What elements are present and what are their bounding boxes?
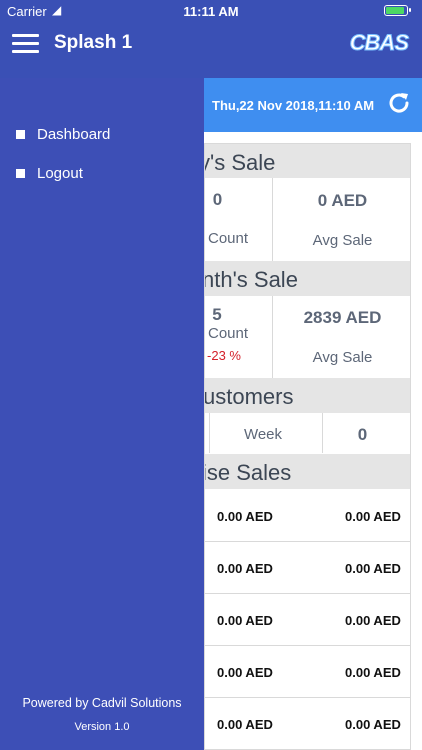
- drawer-item-label: Logout: [37, 164, 83, 182]
- bullet-icon: [16, 129, 25, 139]
- dashboard-panel: y's Sale 0 Count 0 AED Avg Sale nth's Sa…: [204, 143, 411, 750]
- todays-sale-header: y's Sale: [204, 144, 410, 178]
- customers-week-value: 0: [357, 425, 368, 444]
- nav-drawer: Dashboard Logout Powered by Cadvil Solut…: [0, 78, 204, 750]
- todays-count-label: Count: [207, 230, 249, 247]
- page-title: Splash 1: [54, 32, 133, 53]
- menu-icon[interactable]: [12, 34, 39, 54]
- todays-avg-value: 0 AED: [317, 191, 368, 210]
- customers-header: ustomers: [204, 378, 410, 413]
- todays-count-value: 0: [212, 190, 223, 209]
- status-bar: Carrier ◢ 11:11 AM: [0, 0, 422, 22]
- refresh-icon[interactable]: [385, 89, 413, 117]
- wise-sales-row-1-col1: 0.00 AED: [217, 509, 273, 524]
- powered-by-text: Powered by Cadvil Solutions: [22, 696, 182, 710]
- app-header: Carrier ◢ 11:11 AM Splash 1 CBAS: [0, 0, 422, 78]
- wise-sales-row-1-col2: 0.00 AED: [345, 509, 401, 524]
- wise-sales-row-4-col1: 0.00 AED: [217, 665, 273, 680]
- months-avg-value: 2839 AED: [303, 308, 382, 327]
- wise-sales-header: ise Sales: [204, 454, 410, 489]
- battery-icon: [384, 5, 411, 16]
- wise-sales-row-5-col2: 0.00 AED: [345, 717, 401, 732]
- months-change-value: -23 %: [207, 348, 241, 363]
- wise-sales-row-3-col1: 0.00 AED: [217, 613, 273, 628]
- months-avg-label: Avg Sale: [312, 349, 373, 366]
- months-count-label: Count: [207, 325, 249, 342]
- date-bar: Thu,22 Nov 2018,11:10 AM: [204, 78, 422, 132]
- brand-logo: CBAS: [349, 30, 409, 56]
- wise-sales-title: ise Sales: [204, 460, 292, 485]
- drawer-item-logout[interactable]: Logout: [16, 161, 83, 185]
- customers-week-label: Week: [243, 426, 283, 443]
- wise-sales-row-5-col1: 0.00 AED: [217, 717, 273, 732]
- todays-sale-title: y's Sale: [204, 150, 276, 175]
- current-date: Thu,22 Nov 2018,11:10 AM: [212, 98, 375, 113]
- months-sale-title: nth's Sale: [204, 267, 298, 292]
- drawer-item-label: Dashboard: [37, 125, 111, 143]
- wise-sales-row-2-col1: 0.00 AED: [217, 561, 273, 576]
- wise-sales-row-3-col2: 0.00 AED: [345, 613, 401, 628]
- bullet-icon: [16, 168, 25, 178]
- status-time: 11:11 AM: [183, 4, 239, 19]
- version-text: Version 1.0: [74, 721, 130, 733]
- months-count-value: 5: [212, 305, 222, 324]
- customers-title: ustomers: [204, 384, 294, 409]
- months-sale-header: nth's Sale: [204, 261, 410, 296]
- drawer-item-dashboard[interactable]: Dashboard: [16, 122, 110, 146]
- nav-bar: Splash 1 CBAS: [0, 22, 422, 66]
- todays-avg-label: Avg Sale: [312, 232, 373, 249]
- wise-sales-row-4-col2: 0.00 AED: [345, 665, 401, 680]
- wise-sales-row-2-col2: 0.00 AED: [345, 561, 401, 576]
